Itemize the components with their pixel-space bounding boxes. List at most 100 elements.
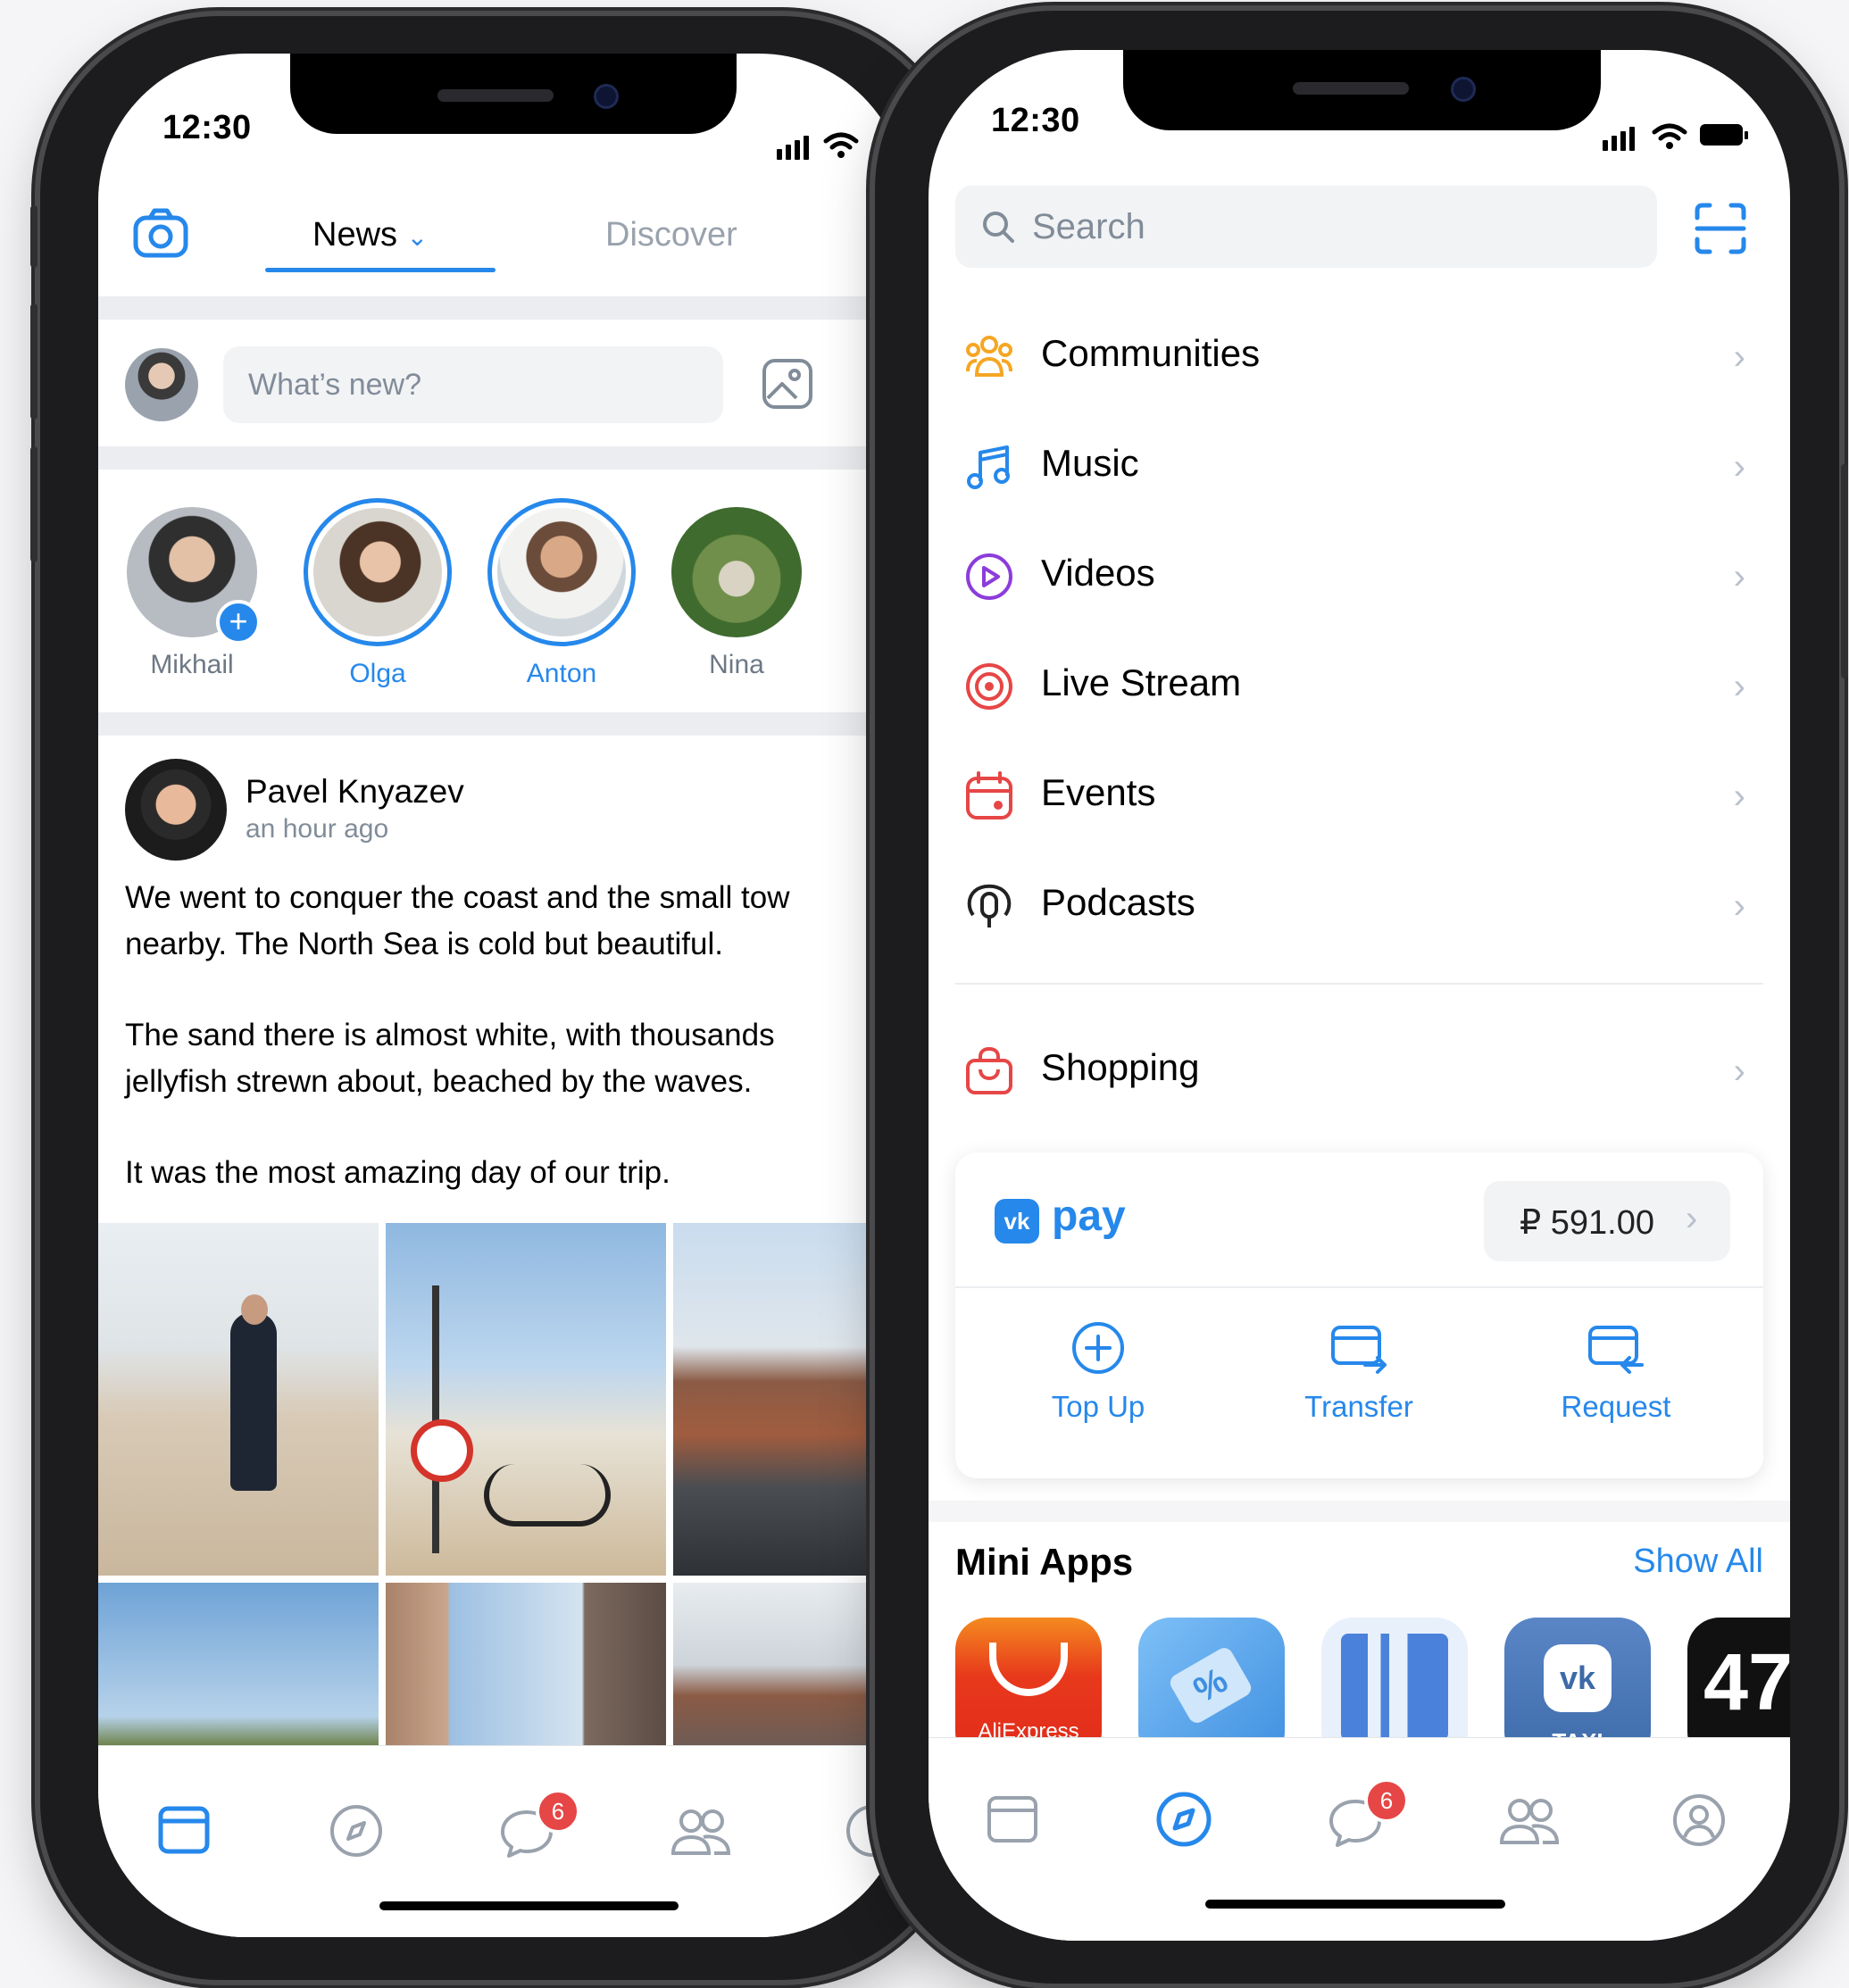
search-placeholder: Search: [1032, 206, 1145, 246]
my-avatar[interactable]: [125, 348, 198, 421]
news-feed-icon[interactable]: [986, 1793, 1039, 1846]
story-avatar: [487, 498, 636, 646]
transfer-button[interactable]: Transfer: [1270, 1320, 1448, 1424]
request-icon: [1588, 1326, 1644, 1374]
story-name: Olga: [349, 659, 406, 688]
menu-item-communities[interactable]: Communities ›: [929, 309, 1790, 398]
tab-news[interactable]: News ⌄: [312, 216, 428, 254]
menu-item-videos[interactable]: Videos ›: [929, 528, 1790, 618]
home-indicator: [379, 1901, 679, 1910]
top-up-button[interactable]: Top Up: [1009, 1320, 1187, 1424]
mini-apps-title: Mini Apps: [955, 1541, 1134, 1583]
post-author-avatar[interactable]: [125, 759, 227, 861]
vk-pay-card: vk pay ₽ 591.00 › Top Up Transfer Reques…: [955, 1152, 1763, 1478]
post-photo[interactable]: [98, 1223, 379, 1576]
right-phone-power-button: [1841, 464, 1848, 678]
tab-news-underline: [265, 268, 496, 272]
menu-item-music[interactable]: Music ›: [929, 419, 1790, 508]
menu-item-live-stream[interactable]: Live Stream ›: [929, 638, 1790, 728]
search-icon: [983, 212, 1014, 243]
menu-item-label: Events: [1041, 771, 1156, 813]
tab-discover[interactable]: Discover: [605, 216, 737, 254]
post-line: jellyfish strewn about, beached by the w…: [125, 1064, 753, 1099]
plus-circle-icon: [1072, 1322, 1124, 1374]
menu-item-label: Shopping: [1041, 1046, 1200, 1088]
friends-icon[interactable]: [1498, 1794, 1561, 1848]
chevron-right-icon: ›: [1733, 447, 1745, 487]
messages-badge: 6: [536, 1789, 580, 1834]
whats-new-placeholder: What’s new?: [248, 367, 422, 402]
balance-value: ₽ 591.00: [1520, 1204, 1654, 1242]
separator: [98, 712, 906, 736]
left-phone-volume-up: [30, 304, 37, 420]
qr-scan-icon[interactable]: [1694, 202, 1747, 255]
status-time: 12:30: [162, 109, 252, 146]
discover-icon[interactable]: [329, 1803, 384, 1859]
events-icon: [966, 771, 1012, 819]
wifi-icon: [823, 132, 859, 158]
chevron-right-icon: ›: [1733, 777, 1745, 816]
separator: [98, 446, 906, 470]
separator: [929, 1501, 1790, 1522]
show-all-link[interactable]: Show All: [1633, 1543, 1763, 1581]
friends-icon[interactable]: [670, 1805, 732, 1859]
story-mikhail[interactable]: + Mikhail: [125, 507, 261, 680]
signal-icon: [777, 136, 809, 160]
notch: [290, 54, 737, 134]
menu-item-events[interactable]: Events ›: [929, 748, 1790, 837]
chevron-right-icon: ›: [1733, 886, 1745, 926]
story-name: Mikhail: [150, 650, 234, 679]
chevron-right-icon: ›: [1733, 667, 1745, 706]
status-time: 12:30: [991, 102, 1080, 139]
whats-new-input[interactable]: What’s new?: [223, 346, 723, 423]
story-olga[interactable]: Olga: [302, 498, 454, 689]
transfer-icon: [1331, 1326, 1387, 1374]
left-phone-volume-down: [30, 446, 37, 562]
story-name: Anton: [526, 659, 597, 688]
image-attach-icon[interactable]: [761, 357, 814, 411]
live-stream-icon: [966, 663, 1012, 710]
search-input[interactable]: Search: [955, 186, 1657, 268]
signal-icon: [1603, 127, 1635, 151]
menu-item-label: Communities: [1041, 332, 1261, 374]
post-author-name[interactable]: Pavel Knyazev: [246, 773, 464, 811]
chevron-right-icon: ›: [1733, 337, 1745, 377]
menu-item-shopping[interactable]: Shopping ›: [929, 1023, 1790, 1112]
chevron-right-icon: ›: [1733, 557, 1745, 596]
menu-item-label: Music: [1041, 442, 1139, 484]
videos-icon: [966, 553, 1012, 600]
add-story-icon: +: [216, 600, 261, 645]
news-feed-icon[interactable]: [157, 1803, 211, 1857]
vk-logo-icon[interactable]: vk: [995, 1199, 1039, 1244]
camera-icon[interactable]: [132, 207, 189, 259]
request-button[interactable]: Request: [1527, 1320, 1705, 1424]
post-photo[interactable]: [386, 1223, 666, 1576]
shopping-icon: [966, 1046, 1012, 1094]
chevron-right-icon: ›: [1733, 1052, 1745, 1091]
story-avatar: [304, 498, 452, 646]
qr-code-icon: [1341, 1634, 1448, 1741]
music-icon: [967, 445, 1010, 489]
chevron-down-icon: ⌄: [406, 223, 429, 251]
menu-item-podcasts[interactable]: Podcasts ›: [929, 858, 1790, 947]
messages-badge: 6: [1364, 1778, 1409, 1823]
menu-item-label: Videos: [1041, 552, 1155, 594]
discover-icon[interactable]: [1155, 1791, 1212, 1848]
story-nina[interactable]: Nina: [670, 507, 804, 680]
left-phone-screen: 12:30 News ⌄ Discover What’s new? + Mikh…: [98, 54, 906, 1937]
story-name: Nina: [709, 650, 764, 679]
card-divider: [955, 1286, 1763, 1288]
profile-icon[interactable]: [1671, 1793, 1727, 1848]
vk-pay-brand[interactable]: pay: [1052, 1192, 1126, 1241]
left-phone-side-button: [30, 205, 37, 268]
balance-button[interactable]: ₽ 591.00 ›: [1484, 1181, 1730, 1261]
post-line: nearby. The North Sea is cold but beauti…: [125, 927, 723, 961]
story-anton[interactable]: Anton: [486, 498, 637, 689]
post-time: an hour ago: [246, 814, 389, 844]
battery-cap: [1745, 131, 1748, 139]
communities-icon: [966, 336, 1012, 377]
post-photo[interactable]: [673, 1223, 906, 1576]
notch: [1123, 50, 1601, 130]
menu-item-label: Podcasts: [1041, 881, 1195, 923]
chevron-right-icon: ›: [1686, 1199, 1698, 1238]
